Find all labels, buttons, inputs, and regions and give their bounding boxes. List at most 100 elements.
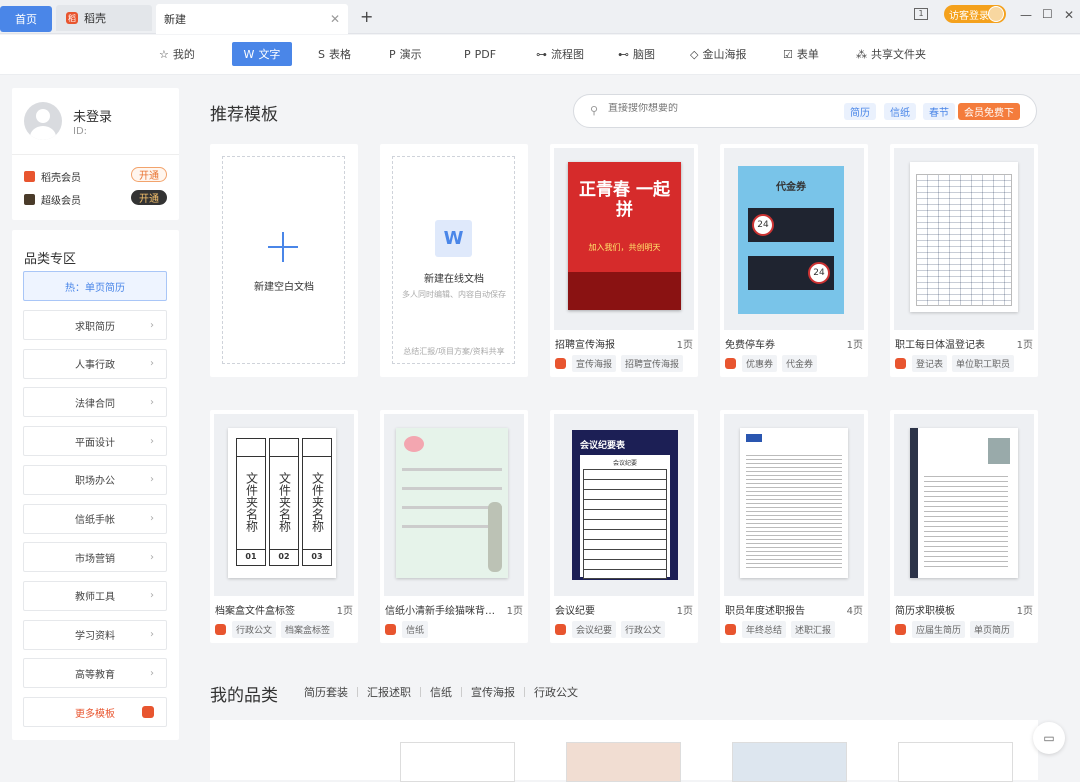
template-card[interactable]: 会议纪要表 会议纪要 会议纪要 1页 会议纪要 行政公文 <box>550 410 698 643</box>
tab-home[interactable]: 首页 <box>0 6 52 32</box>
template-tags: 会议纪要 行政公文 <box>555 621 670 638</box>
template-card[interactable]: 正青春 一起拼 加入我们，共创明天 招聘宣传海报 1页 宣传海报 招聘宣传海报 <box>550 144 698 377</box>
category-item-4[interactable]: 职场办公 › <box>23 464 167 495</box>
template-card[interactable]: 职工每日体温登记表 1页 登记表 单位职工职员 <box>890 144 1038 377</box>
add-tab-icon[interactable]: + <box>360 7 373 26</box>
toolbar-item-8[interactable]: ☑ 表单 <box>777 42 825 66</box>
toolbar-item-0[interactable]: ☆ 我的 <box>153 42 201 66</box>
template-pages: 1页 <box>846 340 863 351</box>
template-thumbnail[interactable] <box>724 414 864 596</box>
resume-sidebar <box>910 428 918 578</box>
template-thumbnail[interactable]: 文件夹名称 01 文件夹名称 02 文件夹名称 03 <box>214 414 354 596</box>
template-tag[interactable]: 单位职工职员 <box>952 355 1015 372</box>
mini-template[interactable] <box>732 742 847 782</box>
category-item-0[interactable]: 求职简历 › <box>23 310 167 340</box>
folder-label-column: 文件夹名称 02 <box>269 438 299 566</box>
template-thumbnail[interactable] <box>894 414 1034 596</box>
template-tag[interactable]: 招聘宣传海报 <box>621 355 684 372</box>
category-item-5[interactable]: 信纸手帐 › <box>23 503 167 534</box>
toolbar-item-9[interactable]: ⁂ 共享文件夹 <box>850 42 932 66</box>
toolbar-item-icon: ⁂ <box>856 47 867 61</box>
template-tag[interactable]: 单页简历 <box>970 621 1015 638</box>
template-card[interactable]: 信纸小清新手绘猫咪背… 1页 信纸 <box>380 410 528 643</box>
tablet-mode-icon[interactable]: 1 <box>914 8 928 20</box>
docer-icon <box>895 358 906 369</box>
template-thumbnail[interactable] <box>894 148 1034 330</box>
mini-template[interactable] <box>898 742 1013 782</box>
my-category-tab[interactable]: 汇报述职 <box>367 684 411 700</box>
new-online-doc-card[interactable]: W 新建在线文档 多人同时编辑、内容自动保存 总结汇报/项目方案/资料共享 <box>380 144 528 377</box>
template-tag[interactable]: 行政公文 <box>232 621 277 638</box>
template-tag[interactable]: 宣传海报 <box>572 355 617 372</box>
new-blank-doc-card[interactable]: 新建空白文档 <box>210 144 358 377</box>
guest-login-button[interactable]: 访客登录 <box>944 5 1006 23</box>
template-thumbnail[interactable]: 正青春 一起拼 加入我们，共创明天 <box>554 148 694 330</box>
category-item-2[interactable]: 法律合同 › <box>23 387 167 418</box>
template-tag[interactable]: 代金券 <box>782 355 818 372</box>
close-window-icon[interactable]: ✕ <box>1064 8 1074 22</box>
toolbar-item-label: 金山海报 <box>702 48 747 61</box>
category-item-3[interactable]: 平面设计 › <box>23 426 167 457</box>
toolbar-item-5[interactable]: ⊶ 流程图 <box>530 42 590 66</box>
my-category-tab[interactable]: 行政公文 <box>534 684 578 700</box>
docer-icon <box>215 624 226 635</box>
toolbar-item-2[interactable]: S 表格 <box>312 42 357 66</box>
toolbar-item-1[interactable]: W 文字 <box>232 42 292 66</box>
toolbar-item-3[interactable]: P 演示 <box>383 42 428 66</box>
minimize-icon[interactable]: — <box>1020 8 1032 22</box>
template-card[interactable]: 文件夹名称 01 文件夹名称 02 文件夹名称 03 档案盒文件盒标签 1页 行政公文 档案盒标签 <box>210 410 358 643</box>
search-tag-letter[interactable]: 信纸 <box>884 103 916 120</box>
close-tab-icon[interactable]: ✕ <box>330 12 340 26</box>
recommend-title: 推荐模板 <box>210 105 278 125</box>
toolbar-item-4[interactable]: P PDF <box>458 42 502 66</box>
template-card[interactable]: 职员年度述职报告 4页 年终总结 述职汇报 <box>720 410 868 643</box>
toolbar-item-7[interactable]: ◇ 金山海报 <box>684 42 752 66</box>
template-tag[interactable]: 应届生简历 <box>912 621 966 638</box>
template-tag[interactable]: 会议纪要 <box>572 621 617 638</box>
template-tag[interactable]: 档案盒标签 <box>281 621 335 638</box>
category-hot-item[interactable]: 热：单页简历 <box>23 271 167 301</box>
template-card[interactable]: 简历求职模板 1页 应届生简历 单页简历 <box>890 410 1038 643</box>
vip-free-tag[interactable]: 会员免费下 <box>958 103 1020 120</box>
vip-docer-label: 稻壳会员 <box>41 173 81 184</box>
avatar[interactable] <box>24 102 62 140</box>
template-thumbnail[interactable]: 会议纪要表 会议纪要 <box>554 414 694 596</box>
search-tag-spring[interactable]: 春节 <box>923 103 955 120</box>
plus-icon <box>268 232 298 262</box>
template-thumbnail[interactable]: 代金券 24 24 <box>724 148 864 330</box>
toolbar-item-6[interactable]: ⊷ 脑图 <box>612 42 661 66</box>
template-tag[interactable]: 信纸 <box>402 621 429 638</box>
my-category-tab[interactable]: 宣传海报 <box>471 684 515 700</box>
mini-template[interactable] <box>566 742 681 782</box>
template-title: 档案盒文件盒标签 <box>215 606 295 617</box>
my-category-tab[interactable]: 信纸 <box>430 684 452 700</box>
open-docer-vip-button[interactable]: 开通 <box>131 167 167 182</box>
chat-feedback-icon[interactable]: ▭ <box>1033 722 1065 754</box>
category-item-8[interactable]: 学习资料 › <box>23 619 167 650</box>
search-bar: ⚲ 简历 信纸 春节 会员免费下 <box>573 94 1037 128</box>
tab-docer[interactable]: 稻 稻壳 <box>56 5 152 31</box>
category-item-1[interactable]: 人事行政 › <box>23 348 167 379</box>
template-tag[interactable]: 述职汇报 <box>791 621 836 638</box>
chevron-right-icon: › <box>150 319 154 331</box>
template-tags: 优惠券 代金券 <box>725 355 822 372</box>
template-thumbnail[interactable] <box>384 414 524 596</box>
search-input[interactable] <box>608 103 808 114</box>
mini-template[interactable] <box>400 742 515 782</box>
template-tag[interactable]: 行政公文 <box>621 621 666 638</box>
template-tag[interactable]: 优惠券 <box>742 355 778 372</box>
user-name[interactable]: 未登录 <box>73 106 112 125</box>
more-templates-button[interactable]: 更多模板 <box>23 697 167 727</box>
tab-new[interactable]: 新建 ✕ <box>156 4 348 34</box>
template-card[interactable]: 代金券 24 24 免费停车券 1页 优惠券 代金券 <box>720 144 868 377</box>
search-tag-resume[interactable]: 简历 <box>844 103 876 120</box>
maximize-icon[interactable]: ☐ <box>1042 7 1053 21</box>
category-item-7[interactable]: 教师工具 › <box>23 580 167 611</box>
template-tag[interactable]: 年终总结 <box>742 621 787 638</box>
open-super-vip-button[interactable]: 开通 <box>131 190 167 205</box>
category-item-6[interactable]: 市场营销 › <box>23 542 167 573</box>
meeting-form-lines <box>583 469 667 579</box>
my-category-tab[interactable]: 简历套装 <box>304 684 348 700</box>
template-tag[interactable]: 登记表 <box>912 355 948 372</box>
category-item-9[interactable]: 高等教育 › <box>23 658 167 689</box>
